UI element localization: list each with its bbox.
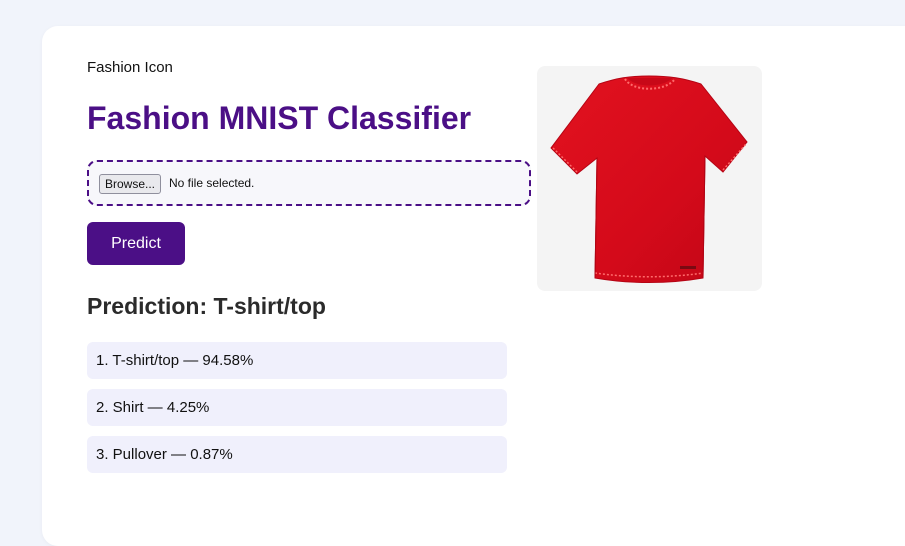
- prediction-heading: Prediction: T-shirt/top: [87, 293, 326, 319]
- predict-button[interactable]: Predict: [87, 222, 185, 265]
- file-upload-dropzone[interactable]: Browse... No file selected.: [87, 160, 531, 206]
- logo-alt-text: Fashion Icon: [87, 59, 173, 76]
- red-tshirt-image: [550, 75, 748, 283]
- prediction-results-list: 1. T-shirt/top — 94.58% 2. Shirt — 4.25%…: [87, 342, 507, 483]
- browse-button[interactable]: Browse...: [99, 174, 162, 194]
- result-item: 2. Shirt — 4.25%: [87, 389, 507, 426]
- result-item: 1. T-shirt/top — 94.58%: [87, 342, 507, 379]
- uploaded-image-preview: [537, 66, 762, 291]
- result-item: 3. Pullover — 0.87%: [87, 436, 507, 473]
- page-title: Fashion MNIST Classifier: [87, 100, 472, 136]
- file-status-text: No file selected.: [169, 176, 255, 190]
